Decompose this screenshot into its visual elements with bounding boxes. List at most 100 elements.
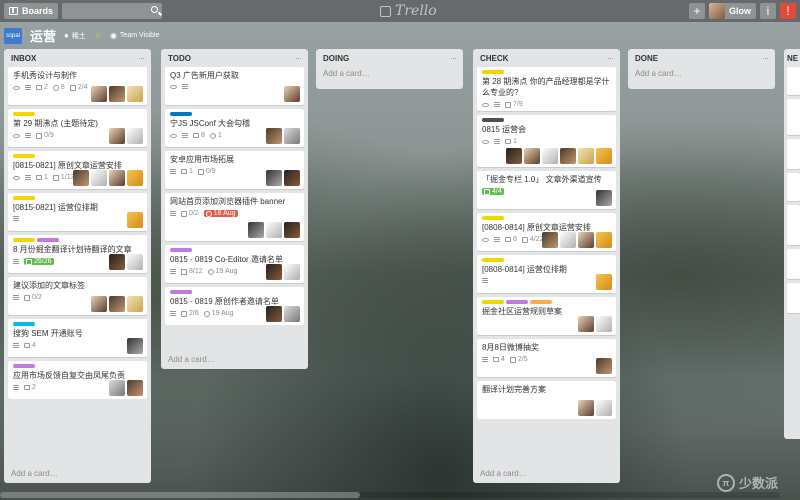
card[interactable]: 0815 - 0819 原创作者邀请名单 2/6 19 Aug [165, 287, 304, 325]
member-avatar[interactable] [127, 212, 143, 228]
member-avatar[interactable] [127, 254, 143, 270]
card[interactable]: 8月8日微博抽奖 4 2/5 [477, 339, 616, 377]
member-avatar[interactable] [578, 316, 594, 332]
member-avatar[interactable] [524, 148, 540, 164]
list-title[interactable]: CHECK [480, 54, 508, 63]
card[interactable]: 「掘金专栏 1.0」 文章外渠道宣传 4/4 [477, 171, 616, 209]
member-avatar[interactable] [578, 400, 594, 416]
add-button[interactable]: + [689, 3, 705, 19]
member-avatar[interactable] [266, 264, 282, 280]
card[interactable] [787, 99, 800, 135]
list-title[interactable]: DOING [323, 54, 349, 63]
list-title[interactable]: NE [787, 54, 798, 63]
list-title[interactable]: INBOX [11, 54, 36, 63]
list-title[interactable]: DONE [635, 54, 658, 63]
member-avatar[interactable] [266, 222, 282, 238]
user-menu-button[interactable]: Glow [709, 3, 756, 19]
card[interactable]: 应用市场反馈自复交由凤尾负责 2 [8, 361, 147, 399]
member-avatar[interactable] [596, 274, 612, 290]
list-title[interactable]: TODO [168, 54, 191, 63]
card[interactable]: 安卓应用市场拓展 1 0/9 [165, 151, 304, 189]
card[interactable]: 0815 运营会 1 [477, 115, 616, 167]
card[interactable]: 建议添加的文章标签 0/2 [8, 277, 147, 315]
member-avatar[interactable] [266, 306, 282, 322]
member-avatar[interactable] [284, 264, 300, 280]
member-avatar[interactable] [284, 86, 300, 102]
add-card-button[interactable]: Add a card… [316, 67, 463, 84]
search-icon[interactable] [151, 6, 159, 13]
star-icon[interactable]: ☆ [94, 30, 102, 41]
list-menu-icon[interactable]: ··· [607, 53, 614, 63]
card[interactable]: 手机秀设计与制作 2 8 2/4 [8, 67, 147, 105]
member-avatar[interactable] [109, 380, 125, 396]
list-menu-icon[interactable]: ··· [138, 53, 145, 63]
trello-logo[interactable]: Trello [380, 3, 437, 19]
member-avatar[interactable] [596, 148, 612, 164]
search-input[interactable] [62, 3, 163, 19]
member-avatar[interactable] [266, 170, 282, 186]
member-avatar[interactable] [578, 232, 594, 248]
member-avatar[interactable] [91, 296, 107, 312]
member-avatar[interactable] [109, 86, 125, 102]
card[interactable]: 搜狗 SEM 开通账号 4 [8, 319, 147, 357]
member-avatar[interactable] [596, 358, 612, 374]
board-title[interactable]: 运营 [30, 26, 56, 45]
member-avatar[interactable] [127, 86, 143, 102]
card[interactable]: 宁JS JSConf 大会勾稽 8 1 [165, 109, 304, 147]
member-avatar[interactable] [109, 254, 125, 270]
card[interactable] [787, 249, 800, 279]
member-avatar[interactable] [284, 170, 300, 186]
member-avatar[interactable] [596, 190, 612, 206]
card[interactable]: [0815-0821] 原创文章运营安排 1 1/13 [8, 151, 147, 189]
card[interactable] [787, 173, 800, 201]
card[interactable] [787, 283, 800, 313]
member-avatar[interactable] [284, 306, 300, 322]
boards-button[interactable]: Boards [4, 3, 59, 19]
card[interactable]: 8 月份掘金翻译计划待翻译的文章 26/26 [8, 235, 147, 273]
card[interactable] [787, 67, 800, 95]
add-card-button[interactable]: Add a card… [161, 350, 308, 369]
card[interactable]: [0815-0821] 运营位排期 [8, 193, 147, 231]
list-menu-icon[interactable]: ··· [295, 53, 302, 63]
member-avatar[interactable] [596, 232, 612, 248]
member-avatar[interactable] [284, 128, 300, 144]
member-avatar[interactable] [127, 128, 143, 144]
add-card-button[interactable]: Add a card… [628, 67, 775, 84]
member-avatar[interactable] [127, 170, 143, 186]
card[interactable]: 第 28 期沸点 你的产品经理都是学什么专业的? 7/9 [477, 67, 616, 111]
member-avatar[interactable] [506, 148, 522, 164]
card[interactable]: 第 29 期沸点 (主题待定) 0/9 [8, 109, 147, 147]
scrollbar-thumb[interactable] [0, 492, 360, 498]
card[interactable]: 掘金社区运营规则草案 [477, 297, 616, 335]
member-avatar[interactable] [127, 380, 143, 396]
add-card-button[interactable]: Add a card… [4, 464, 151, 483]
list-menu-icon[interactable]: ··· [762, 53, 769, 63]
card[interactable]: [0808-0814] 原创文章运营安排 6 4/22 [477, 213, 616, 251]
add-card-button[interactable]: Add a card… [473, 464, 620, 483]
member-avatar[interactable] [578, 148, 594, 164]
card[interactable]: 翻译计划完善方案 [477, 381, 616, 419]
board-scrollbar[interactable] [0, 492, 780, 498]
card[interactable]: 网站首页添加浏览器插件 banner 0/2 18 Aug [165, 193, 304, 241]
member-avatar[interactable] [91, 86, 107, 102]
member-avatar[interactable] [127, 338, 143, 354]
notifications-button[interactable]: ! [780, 3, 796, 19]
member-avatar[interactable] [109, 128, 125, 144]
member-avatar[interactable] [73, 170, 89, 186]
card[interactable]: [0808-0814] 运营位排期 [477, 255, 616, 293]
card[interactable]: Q3 广告新用户获取 [165, 67, 304, 105]
visibility-button[interactable]: ◉ Team Visible [110, 31, 160, 40]
member-avatar[interactable] [284, 222, 300, 238]
member-avatar[interactable] [560, 232, 576, 248]
member-avatar[interactable] [596, 400, 612, 416]
member-avatar[interactable] [596, 316, 612, 332]
card[interactable]: 0815 - 0819 Co-Editor 邀请名单 8/12 19 Aug [165, 245, 304, 283]
team-button[interactable]: ● 稀土 [64, 31, 86, 41]
member-avatar[interactable] [542, 148, 558, 164]
card[interactable] [787, 205, 800, 245]
info-button[interactable]: i [760, 3, 776, 19]
member-avatar[interactable] [266, 128, 282, 144]
member-avatar[interactable] [109, 296, 125, 312]
member-avatar[interactable] [248, 222, 264, 238]
list-menu-icon[interactable]: ··· [450, 53, 457, 63]
